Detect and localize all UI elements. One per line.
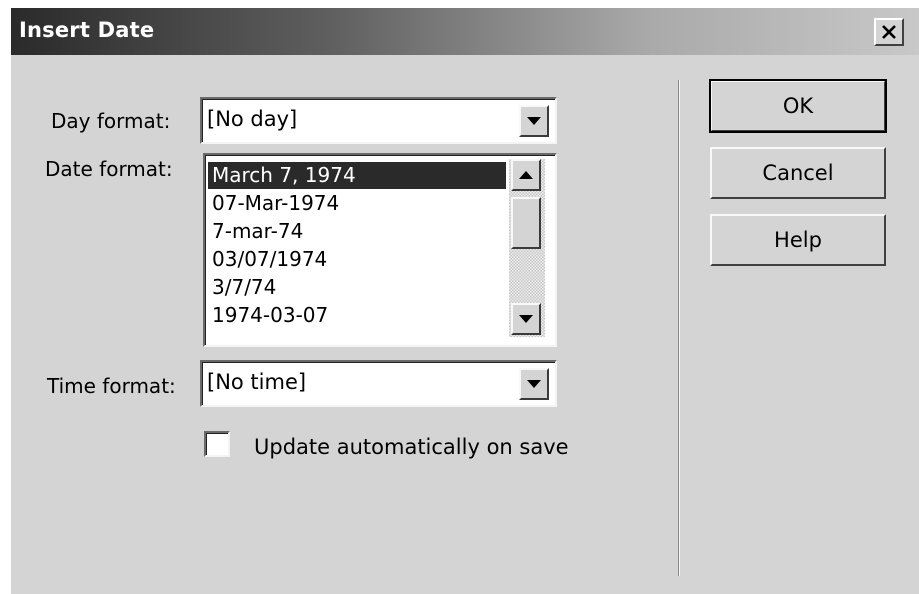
window-title: Insert Date (19, 18, 155, 42)
scroll-up-button[interactable] (511, 159, 541, 191)
chevron-down-icon (519, 314, 533, 323)
time-format-value: [No time] (207, 370, 307, 394)
list-item[interactable]: 1974-03-07 (208, 302, 506, 329)
list-item[interactable]: 3/7/74 (208, 274, 506, 301)
help-button[interactable]: Help (710, 214, 886, 266)
close-icon (882, 25, 896, 39)
update-automatically-label[interactable]: Update automatically on save (254, 435, 569, 459)
day-format-dropdown-button[interactable] (519, 105, 549, 137)
time-format-dropdown-button[interactable] (519, 368, 549, 400)
chevron-down-icon (527, 116, 541, 125)
day-format-label: Day format: (51, 109, 171, 133)
update-automatically-checkbox[interactable] (204, 431, 230, 457)
list-item[interactable]: 03/07/1974 (208, 246, 506, 273)
chevron-down-icon (527, 379, 541, 388)
date-format-list[interactable]: March 7, 1974 07-Mar-1974 7-mar-74 03/07… (203, 153, 557, 347)
close-button[interactable] (874, 18, 904, 46)
vertical-divider (678, 80, 680, 576)
scroll-thumb[interactable] (511, 197, 541, 249)
list-item[interactable]: 7-mar-74 (208, 218, 506, 245)
date-format-scrollbar[interactable] (509, 159, 545, 337)
cancel-button[interactable]: Cancel (710, 147, 886, 199)
list-item[interactable]: 07-Mar-1974 (208, 190, 506, 217)
title-bar[interactable]: Insert Date (11, 8, 919, 55)
ok-button[interactable]: OK (709, 79, 887, 133)
chevron-up-icon (519, 170, 533, 179)
day-format-select[interactable]: [No day] (200, 97, 557, 144)
day-format-value: [No day] (207, 107, 298, 131)
scroll-down-button[interactable] (511, 303, 541, 335)
date-format-label: Date format: (45, 157, 173, 181)
list-item-selected[interactable]: March 7, 1974 (208, 162, 506, 189)
time-format-label: Time format: (47, 374, 176, 398)
insert-date-dialog: Insert Date Day format: [No day] Date fo… (11, 8, 919, 594)
time-format-select[interactable]: [No time] (200, 360, 557, 407)
